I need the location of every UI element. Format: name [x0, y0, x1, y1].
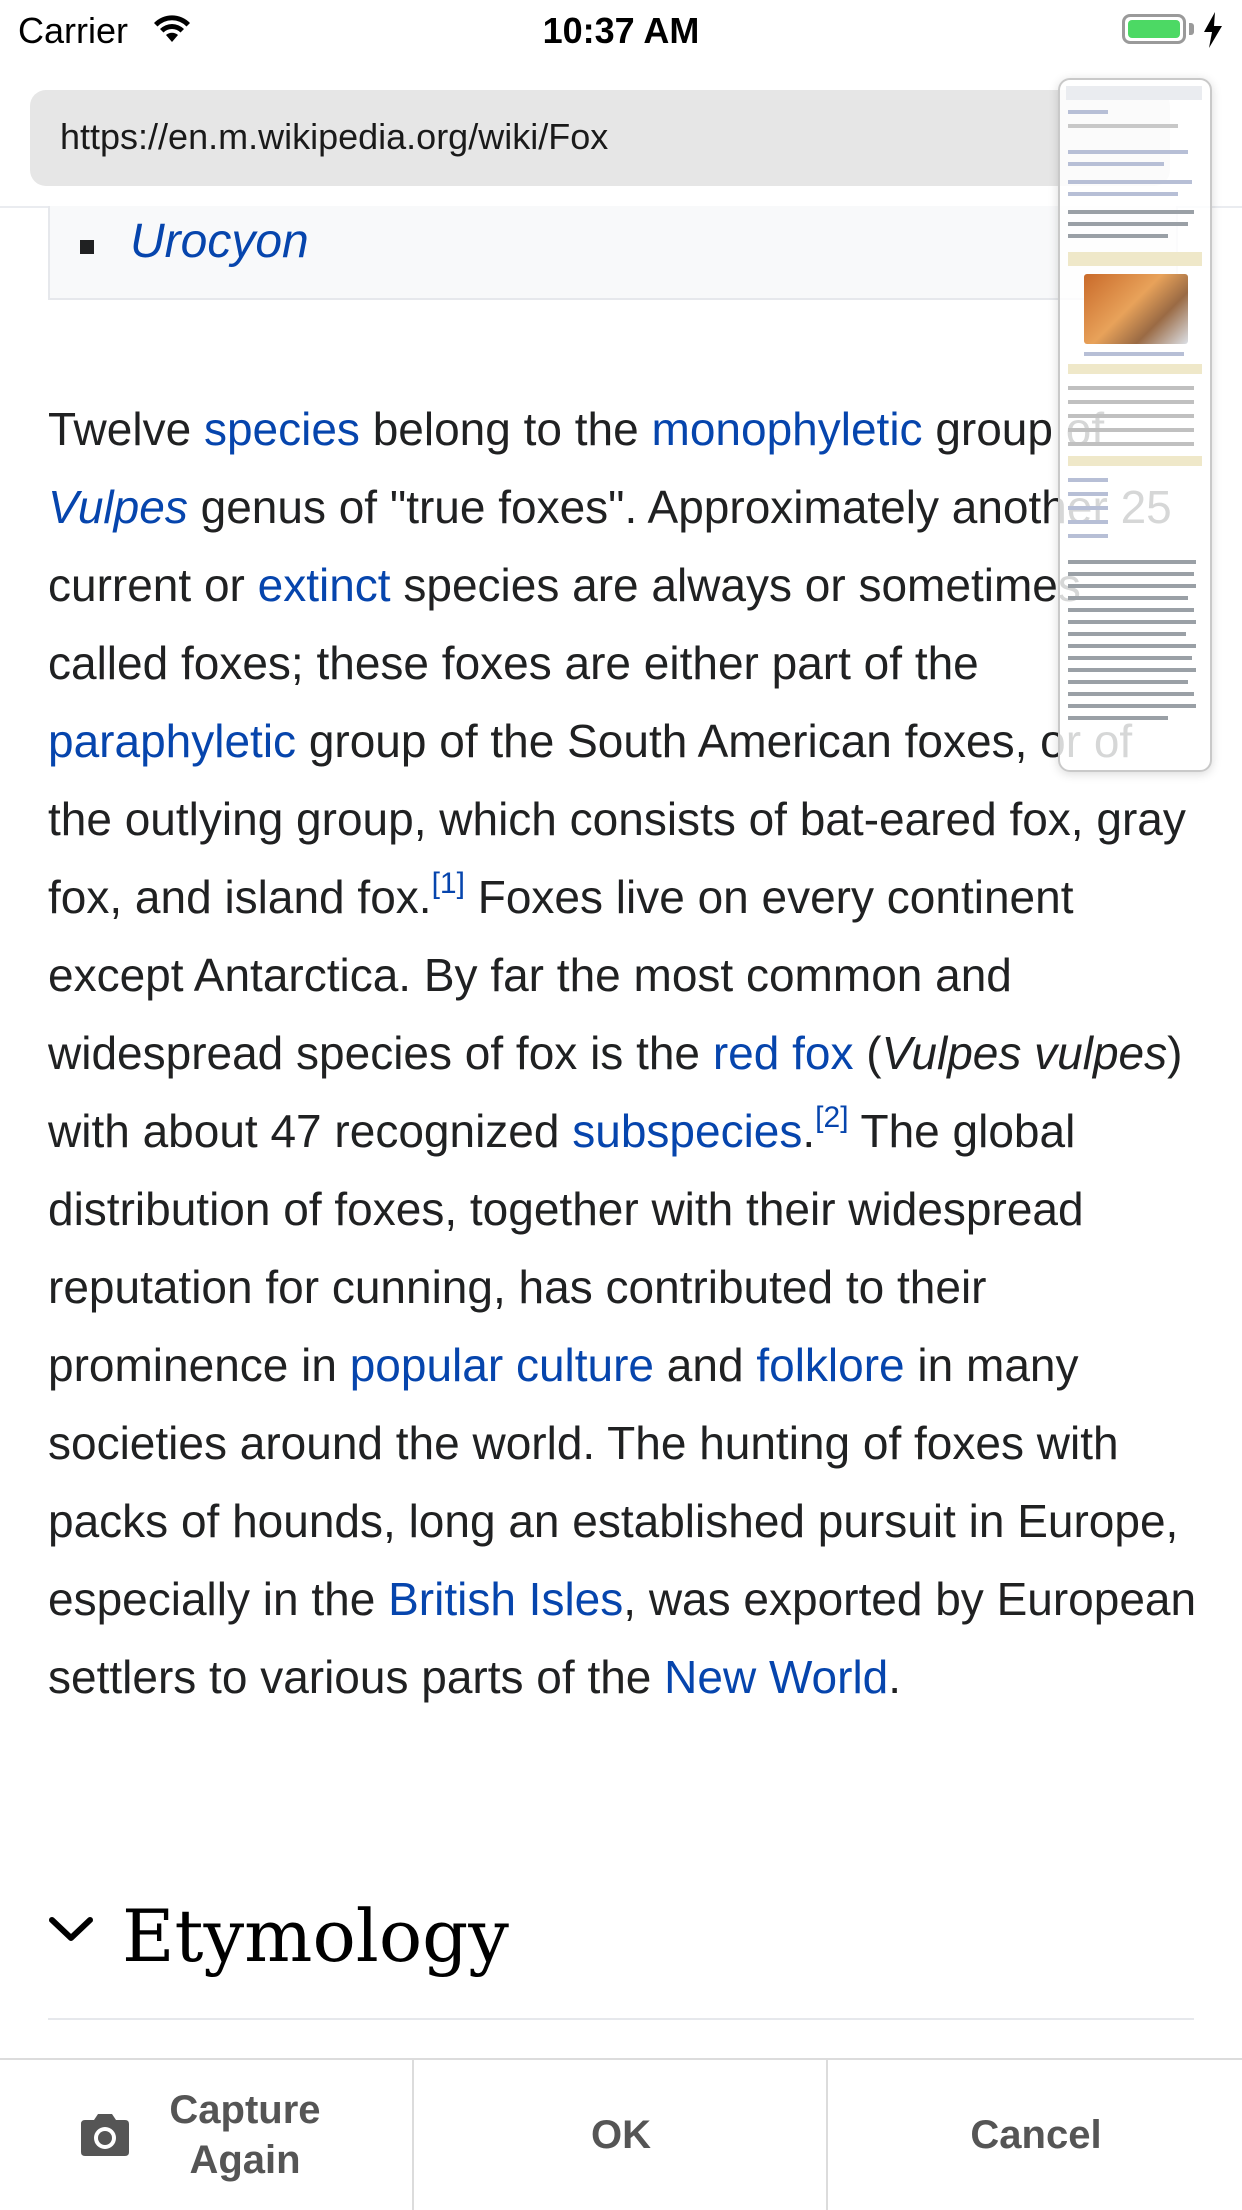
- ok-label: OK: [591, 2112, 651, 2157]
- text-run: .: [888, 1651, 902, 1703]
- thumbnail-infobox-row: [1068, 364, 1202, 374]
- thumbnail-line: [1068, 620, 1196, 624]
- thumbnail-fox-image: [1084, 274, 1188, 344]
- thumbnail-line: [1068, 492, 1108, 496]
- thumbnail-line: [1068, 386, 1194, 390]
- cancel-label: Cancel: [970, 2112, 1102, 2157]
- text-run: (: [853, 1027, 882, 1079]
- thumbnail-line: [1068, 560, 1196, 564]
- chevron-down-icon: [49, 1917, 93, 1941]
- thumbnail-line: [1068, 716, 1168, 720]
- battery-cap: [1189, 23, 1194, 35]
- link-new-world[interactable]: New World: [664, 1651, 888, 1703]
- thumbnail-line: [1068, 234, 1168, 238]
- link-british-isles[interactable]: British Isles: [388, 1573, 623, 1625]
- section-heading: Etymology: [122, 1894, 509, 1978]
- thumbnail-line: [1068, 668, 1196, 672]
- thumbnail-line: [1068, 572, 1194, 576]
- thumbnail-line: [1068, 478, 1108, 482]
- intro-paragraph: Twelve species belong to the monophyleti…: [48, 390, 1208, 1716]
- capture-again-label: Capture Again: [169, 2088, 321, 2182]
- thumbnail-line: [1068, 150, 1188, 154]
- screenshot-thumbnail[interactable]: [1058, 78, 1212, 772]
- section-etymology[interactable]: Etymology: [48, 1880, 1198, 2020]
- capture-again-button[interactable]: Capture Again: [0, 2060, 412, 2210]
- thumbnail-line: [1068, 704, 1196, 708]
- thumbnail-line: [1068, 442, 1194, 446]
- link-folklore[interactable]: folklore: [756, 1339, 904, 1391]
- thumbnail-line: [1068, 506, 1108, 510]
- text-run: and: [654, 1339, 757, 1391]
- link-vulpes[interactable]: Vulpes: [48, 481, 188, 533]
- thumbnail-line: [1068, 680, 1188, 684]
- thumbnail-line: [1068, 162, 1164, 166]
- thumbnail-line: [1068, 210, 1194, 214]
- thumbnail-line: [1068, 596, 1188, 600]
- thumbnail-line: [1068, 222, 1188, 226]
- list-bullet: [80, 240, 94, 254]
- thumbnail-line: [1068, 400, 1194, 404]
- thumbnail-header: [1066, 86, 1202, 100]
- bottom-toolbar: Capture Again OK Cancel: [0, 2058, 1242, 2210]
- link-monophyletic[interactable]: monophyletic: [652, 403, 923, 455]
- url-bar[interactable]: https://en.m.wikipedia.org/wiki/Fox: [30, 90, 1170, 186]
- list-item-urocyon[interactable]: Urocyon: [130, 214, 309, 269]
- cancel-button[interactable]: Cancel: [826, 2060, 1242, 2210]
- link-popular-culture[interactable]: popular culture: [350, 1339, 654, 1391]
- thumbnail-infobox-title: [1068, 252, 1202, 266]
- reference-2[interactable]: [2]: [815, 1101, 848, 1134]
- thumbnail-line: [1068, 180, 1192, 184]
- link-extinct[interactable]: extinct: [258, 559, 391, 611]
- text-run: belong to the: [359, 403, 652, 455]
- link-subspecies[interactable]: subspecies: [572, 1105, 802, 1157]
- thumbnail-line: [1068, 414, 1194, 418]
- thumbnail-line: [1068, 428, 1194, 432]
- genus-list: Urocyon: [48, 206, 1178, 300]
- camera-icon: [81, 2114, 129, 2156]
- thumbnail-line: [1068, 520, 1108, 524]
- charging-bolt-icon: [1204, 12, 1222, 48]
- link-species[interactable]: species: [204, 403, 360, 455]
- link-paraphyletic[interactable]: paraphyletic: [48, 715, 296, 767]
- thumbnail-line: [1068, 608, 1194, 612]
- clock: 10:37 AM: [542, 10, 700, 51]
- binomial-name: Vulpes vulpes: [881, 1027, 1168, 1079]
- thumbnail-line: [1068, 110, 1108, 114]
- battery-icon: [1122, 14, 1186, 44]
- status-bar: Carrier 10:37 AM: [0, 0, 1242, 62]
- ok-button[interactable]: OK: [412, 2060, 828, 2210]
- section-divider: [48, 2018, 1194, 2020]
- link-red-fox[interactable]: red fox: [713, 1027, 854, 1079]
- thumbnail-line: [1068, 584, 1196, 588]
- text-run: Twelve: [48, 403, 204, 455]
- thumbnail-line: [1068, 644, 1196, 648]
- thumbnail-line: [1068, 534, 1108, 538]
- thumbnail-line: [1068, 124, 1178, 128]
- url-text: https://en.m.wikipedia.org/wiki/Fox: [60, 116, 609, 157]
- thumbnail-line: [1084, 352, 1184, 356]
- thumbnail-line: [1068, 692, 1194, 696]
- thumbnail-line: [1068, 632, 1186, 636]
- thumbnail-line: [1068, 656, 1192, 660]
- thumbnail-infobox-row: [1068, 456, 1202, 466]
- text-run: .: [802, 1105, 816, 1157]
- thumbnail-line: [1068, 192, 1178, 196]
- reference-1[interactable]: [1]: [432, 867, 465, 900]
